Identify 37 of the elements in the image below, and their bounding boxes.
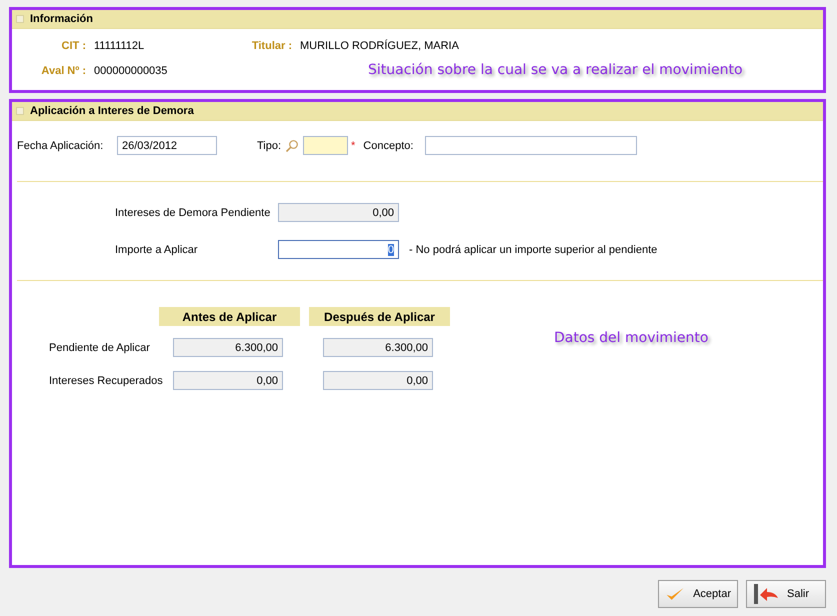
field-label: Importe a Aplicar: [115, 244, 199, 256]
amount-value-field: 0,00: [323, 371, 433, 390]
pending-field: 0,00: [278, 203, 399, 222]
search-icon[interactable]: [285, 138, 299, 152]
hint-text: - No podrá aplicar un importe superior al pendiente: [409, 244, 658, 256]
field-label: Tipo:: [257, 140, 282, 152]
column-header: Antes de Aplicar: [159, 307, 300, 326]
exit-button[interactable]: Salir: [746, 580, 826, 608]
accept-button[interactable]: Aceptar: [658, 580, 738, 608]
field-label: Fecha Aplicación:: [17, 140, 104, 152]
field-label: CIT :: [60, 40, 86, 52]
type-field[interactable]: [303, 136, 348, 155]
field-label: Intereses de Demora Pendiente: [115, 206, 272, 218]
field-label: Aval Nº :: [40, 65, 86, 77]
field-label: Titular :: [250, 40, 292, 52]
check-icon: [665, 585, 686, 603]
field-value: 11111112L: [94, 40, 146, 52]
amount-value-field: 0,00: [173, 371, 283, 390]
panel-title: Información: [30, 13, 93, 25]
panel-title: Aplicación a Interes de Demora: [30, 105, 194, 117]
amount-value-field: 6.300,00: [323, 338, 433, 357]
field-label: Intereses Recuperados: [49, 374, 164, 386]
concept-field[interactable]: [425, 136, 638, 155]
amount-value-field: 6.300,00: [173, 338, 283, 357]
field-label: Concepto:: [363, 140, 414, 152]
annotation-text: Datos del movimiento: [554, 330, 708, 346]
expand-icon[interactable]: [16, 15, 24, 23]
field-value: MURILLO RODRÍGUEZ, MARIA: [300, 40, 460, 52]
exit-arrow-icon: [753, 584, 779, 604]
column-header: Después de Aplicar: [309, 307, 450, 326]
date-field[interactable]: 26/03/2012: [117, 136, 217, 155]
required-mark: *: [351, 140, 356, 152]
amount-field[interactable]: 0: [278, 240, 399, 259]
field-label: Pendiente de Aplicar: [49, 342, 151, 354]
annotation-text: Situación sobre la cual se va a realizar el movimiento: [368, 62, 743, 78]
field-value: 000000000035: [94, 65, 168, 77]
expand-icon[interactable]: [16, 107, 24, 115]
